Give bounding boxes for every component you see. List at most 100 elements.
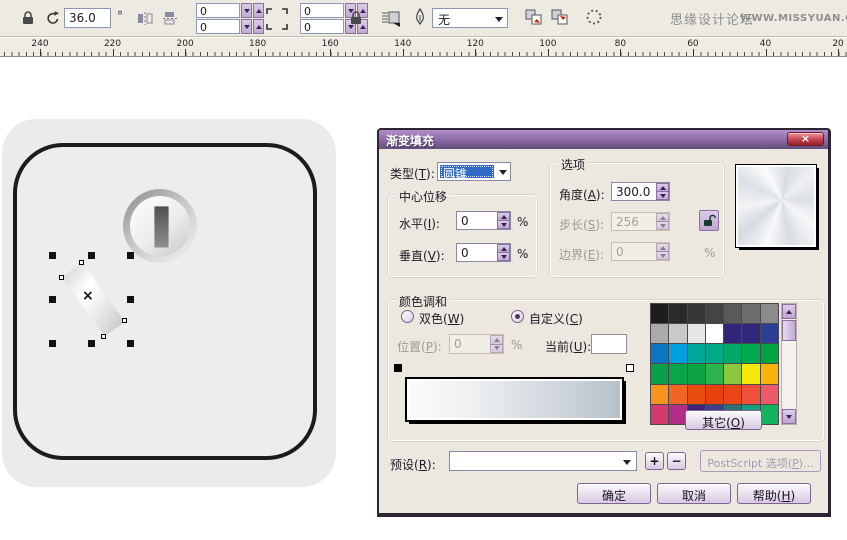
palette-swatch[interactable]: [761, 304, 778, 323]
palette-swatch[interactable]: [688, 344, 705, 363]
selection-handle[interactable]: [49, 296, 56, 303]
corner-bl-input[interactable]: 0: [196, 19, 240, 34]
selection-handle[interactable]: [127, 296, 134, 303]
presets-select[interactable]: [449, 451, 637, 471]
palette-swatch[interactable]: [761, 344, 778, 363]
lock-icon[interactable]: [20, 9, 36, 29]
rotation-angle-input[interactable]: 36.0: [64, 8, 111, 28]
spin-down-button[interactable]: [497, 252, 510, 261]
corner-tl-input[interactable]: 0: [196, 3, 240, 18]
palette-swatch[interactable]: [688, 304, 705, 323]
object-node[interactable]: [59, 275, 64, 280]
outline-width-select[interactable]: 无: [432, 8, 508, 28]
selection-handle[interactable]: [88, 252, 95, 259]
spin-up-button[interactable]: [253, 3, 264, 18]
palette-swatch[interactable]: [742, 364, 759, 383]
palette-swatch[interactable]: [651, 385, 668, 404]
others-button[interactable]: 其它(O): [685, 410, 762, 430]
palette-swatch[interactable]: [761, 405, 778, 424]
steps-lock-button[interactable]: [699, 210, 719, 231]
two-color-radio[interactable]: [401, 310, 414, 323]
selection-handle[interactable]: [127, 252, 134, 259]
palette-swatch[interactable]: [706, 385, 723, 404]
selection-handle[interactable]: [49, 340, 56, 347]
palette-swatch[interactable]: [724, 304, 741, 323]
spin-up-button[interactable]: [253, 19, 264, 34]
type-select[interactable]: 圆锥: [437, 162, 511, 181]
current-color-swatch[interactable]: [591, 334, 627, 354]
wrap-text-icon[interactable]: [380, 8, 402, 31]
palette-swatch[interactable]: [761, 324, 778, 343]
palette-swatch[interactable]: [669, 344, 686, 363]
object-node[interactable]: [122, 318, 127, 323]
palette-swatch[interactable]: [742, 344, 759, 363]
palette-swatch[interactable]: [724, 324, 741, 343]
remove-preset-button[interactable]: −: [667, 452, 686, 470]
ok-button[interactable]: 确定: [577, 483, 651, 504]
palette-swatch[interactable]: [669, 364, 686, 383]
palette-swatch[interactable]: [742, 324, 759, 343]
gradient-start-marker[interactable]: [394, 364, 402, 372]
palette-swatch[interactable]: [651, 405, 668, 424]
palette-swatch[interactable]: [669, 405, 686, 424]
gradient-end-marker[interactable]: [626, 364, 634, 372]
angle-input[interactable]: 300.0: [611, 182, 670, 201]
palette-swatch[interactable]: [724, 364, 741, 383]
palette-swatch[interactable]: [706, 344, 723, 363]
spin-down-button[interactable]: [241, 19, 252, 34]
horizontal-input[interactable]: 0: [456, 211, 511, 230]
palette-swatch[interactable]: [651, 304, 668, 323]
copy-fill-icon[interactable]: [524, 8, 544, 29]
cancel-button[interactable]: 取消: [657, 483, 731, 504]
scroll-thumb[interactable]: [782, 320, 796, 341]
add-preset-button[interactable]: +: [645, 452, 664, 470]
gradient-strip[interactable]: [405, 377, 624, 422]
object-node[interactable]: [101, 334, 106, 339]
spin-down-button[interactable]: [497, 220, 510, 229]
copy-outline-icon[interactable]: [550, 8, 570, 29]
palette-swatch[interactable]: [706, 304, 723, 323]
close-button[interactable]: ×: [787, 132, 824, 146]
mirror-horizontal-icon[interactable]: [136, 10, 154, 29]
mirror-vertical-icon[interactable]: [161, 10, 179, 29]
palette-swatch[interactable]: [742, 385, 759, 404]
palette-scrollbar[interactable]: [781, 303, 797, 425]
palette-swatch[interactable]: [706, 324, 723, 343]
lock-corners-icon[interactable]: [348, 9, 364, 29]
palette-swatch[interactable]: [688, 324, 705, 343]
corner-tr-input[interactable]: 0: [300, 3, 344, 18]
palette-swatch[interactable]: [688, 364, 705, 383]
palette-swatch[interactable]: [651, 324, 668, 343]
vertical-input[interactable]: 0: [456, 243, 511, 262]
palette-swatch[interactable]: [669, 304, 686, 323]
selection-handle[interactable]: [127, 340, 134, 347]
center-offset-group: 中心位移 水平(I): 0 % 垂直(V): 0 %: [388, 195, 537, 277]
palette-swatch[interactable]: [742, 304, 759, 323]
palette-swatch[interactable]: [706, 364, 723, 383]
gradient-preview[interactable]: [735, 164, 817, 248]
selection-handle[interactable]: [88, 340, 95, 347]
palette-swatch[interactable]: [761, 364, 778, 383]
refresh-circle-icon[interactable]: [585, 8, 603, 29]
corner-br-input[interactable]: 0: [300, 19, 344, 34]
palette-swatch[interactable]: [688, 385, 705, 404]
palette-swatch[interactable]: [669, 385, 686, 404]
help-button[interactable]: 帮助(H): [737, 483, 811, 504]
palette-swatch[interactable]: [651, 364, 668, 383]
palette-swatch[interactable]: [724, 385, 741, 404]
selection-handle[interactable]: [49, 252, 56, 259]
palette-swatch[interactable]: [724, 344, 741, 363]
palette-swatch[interactable]: [651, 344, 668, 363]
palette-swatch[interactable]: [669, 324, 686, 343]
scroll-down-button[interactable]: [782, 409, 796, 424]
scroll-up-button[interactable]: [782, 304, 796, 319]
custom-radio[interactable]: [511, 310, 524, 323]
spin-down-button[interactable]: [656, 191, 669, 200]
ruler[interactable]: 24022020018016014012010080604020: [0, 38, 847, 57]
spin-down-button[interactable]: [241, 3, 252, 18]
palette-swatch[interactable]: [761, 385, 778, 404]
dialog-titlebar[interactable]: 渐变填充 ×: [379, 130, 828, 149]
object-node[interactable]: [79, 260, 84, 265]
pen-nib-icon[interactable]: [412, 7, 428, 30]
keyhole-ring[interactable]: [123, 189, 197, 263]
